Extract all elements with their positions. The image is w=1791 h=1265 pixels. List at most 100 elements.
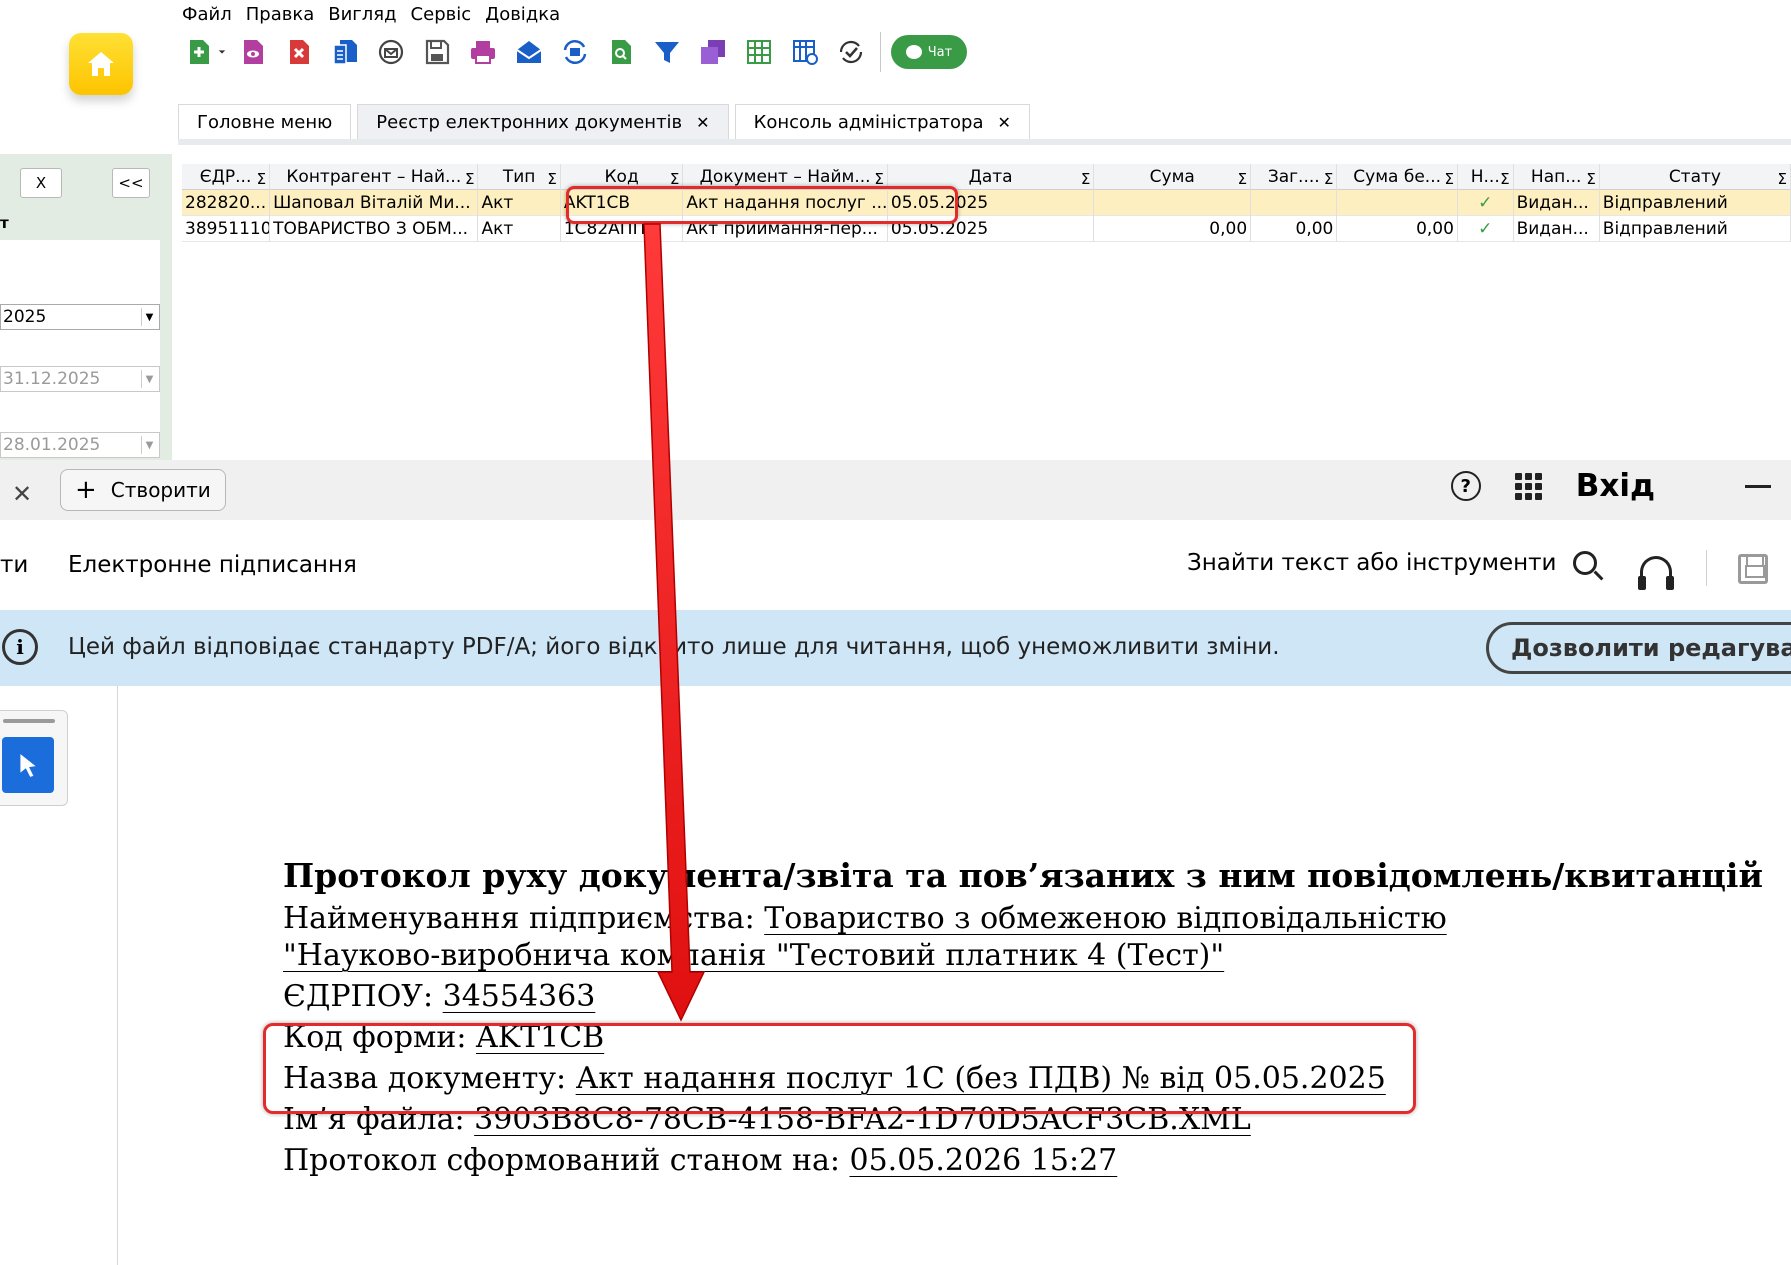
date-to-value: 31.12.2025 [3,369,101,389]
column-header[interactable]: Нап... Σ [1514,163,1600,190]
add-dropdown-button[interactable] [214,34,230,70]
tab-admin-console[interactable]: Консоль адміністратора ✕ [734,104,1030,140]
save-icon [425,39,450,65]
plus-icon: + [75,475,97,505]
menu-service[interactable]: Сервіс [411,4,472,25]
close-tab-icon[interactable]: ✕ [696,113,709,132]
sum-icon[interactable]: Σ [1500,166,1509,190]
view-document-icon [244,40,263,64]
cell-status: Відправлений [1600,215,1791,242]
column-header[interactable]: Тип Σ [478,163,561,190]
search-label: Знайти текст або інструменти [1187,550,1557,576]
column-header[interactable]: Контрагент – Най... Σ [270,163,479,190]
year-select[interactable]: 2025 ▼ [0,304,160,330]
stack-button[interactable] [690,34,736,70]
sum-icon[interactable]: Σ [1238,166,1247,190]
toolbar: Чат [184,32,967,72]
send-mail-icon [378,39,404,65]
copy-document-button[interactable] [322,34,368,70]
sync-mail-button[interactable] [552,34,598,70]
tool-rail [0,686,118,1265]
column-header[interactable]: Сума Σ [1094,163,1252,190]
check-refresh-button[interactable] [828,34,874,70]
grid-body: 282820... Шаповал Віталій Ми... Акт AKT1CB А… [182,189,1791,242]
date-extra-value: 28.01.2025 [3,435,101,455]
sum-icon[interactable]: Σ [1586,166,1595,190]
save-icon[interactable] [1738,554,1768,584]
sum-icon[interactable]: Σ [1778,166,1787,190]
receive-mail-button[interactable] [506,34,552,70]
select-tool-button[interactable] [2,737,54,793]
collapse-panel-button[interactable]: << [112,168,150,198]
pdfa-info-text: Цей файл відповідає стандарту PDF/A; йог… [68,634,1280,660]
edrpou-line: ЄДРПОУ: 34554363 [283,979,1763,1014]
filter-button[interactable] [644,34,690,70]
viewer-titlebar-actions: ? Вхід [1450,468,1791,504]
menu-bar: Файл Правка Вигляд Сервіс Довідка [182,4,560,25]
menu-edit-partial[interactable]: ти [0,552,28,578]
table-row[interactable]: 282820... Шаповал Віталій Ми... Акт AKT1CB А… [182,189,1791,216]
calendar-table-button[interactable] [782,34,828,70]
menu-file[interactable]: Файл [182,4,232,25]
print-button[interactable] [460,34,506,70]
date-to-field[interactable]: 31.12.2025 ▼ [0,366,160,392]
tool-card [0,710,68,806]
apps-grid-icon[interactable] [1514,472,1542,500]
send-mail-button[interactable] [368,34,414,70]
tab-bar-underline [178,139,1791,145]
enable-editing-button[interactable]: Дозволити редагування [1486,622,1791,674]
highlight-code-cell [566,186,958,224]
pdf-document: Протокол руху документа/звіта та пов’яза… [283,856,1763,1178]
cell-total [1251,189,1338,216]
column-header[interactable]: Стату Σ [1600,163,1791,190]
home-button[interactable] [69,33,133,95]
sum-icon[interactable]: Σ [547,166,556,190]
sign-in-button[interactable]: Вхід [1576,468,1655,504]
cell-counterparty: Шаповал Віталій Ми... [270,189,479,216]
home-icon [88,52,114,76]
save-button[interactable] [414,34,460,70]
preview-document-icon [612,40,631,64]
column-header[interactable]: Заг.... Σ [1251,163,1338,190]
delete-document-button[interactable] [276,34,322,70]
chat-button[interactable]: Чат [891,35,967,69]
view-document-button[interactable] [230,34,276,70]
add-document-button[interactable] [184,34,214,70]
tab-main-menu[interactable]: Головне меню [178,104,352,140]
close-icon[interactable]: ✕ [12,480,32,508]
create-button[interactable]: + Створити [60,469,226,511]
filter-close-button[interactable]: X [20,168,62,198]
menu-help[interactable]: Довідка [485,4,560,25]
spreadsheet-button[interactable] [736,34,782,70]
sum-icon[interactable]: Σ [1444,166,1453,190]
cell-sum-no-vat [1337,189,1458,216]
chevron-down-icon: ▼ [141,436,157,454]
help-icon[interactable]: ? [1450,471,1481,501]
sum-icon[interactable]: Σ [465,166,474,190]
company-line-2: "Науково-виробнича компанія "Тестовий пл… [283,938,1763,973]
headset-icon[interactable] [1638,556,1674,590]
cell-total: 0,00 [1251,215,1338,242]
menu-e-signing[interactable]: Електронне підписання [68,552,357,578]
minimize-icon[interactable] [1745,484,1771,488]
drag-handle[interactable] [3,719,55,723]
close-tab-icon[interactable]: ✕ [998,113,1011,132]
sum-icon[interactable]: Σ [1081,166,1090,190]
sum-icon[interactable]: Σ [257,166,266,190]
table-row[interactable]: 38951110 ТОВАРИСТВО З ОБМ... Акт 1C82AПП Акт… [182,215,1791,242]
filter-section-label: т [0,214,9,232]
menu-edit[interactable]: Правка [246,4,315,25]
column-header[interactable]: ЄДР... Σ [182,163,271,190]
tab-document-registry[interactable]: Реєстр електронних документів ✕ [357,104,729,140]
find-tools-search[interactable]: Знайти текст або інструменти [1187,550,1597,576]
column-header[interactable]: Сума бе... Σ [1337,163,1458,190]
documents-grid: ЄДР... Σ Контрагент – Най... Σ Тип Σ Код Σ Докум… [182,163,1791,242]
stack-icon [701,40,725,64]
preview-document-button[interactable] [598,34,644,70]
sum-icon[interactable]: Σ [1324,166,1333,190]
column-header[interactable]: Н... Σ [1458,163,1514,190]
create-label: Створити [110,478,211,502]
date-extra-field[interactable]: 28.01.2025 ▼ [0,432,160,458]
menu-view[interactable]: Вигляд [328,4,396,25]
tab-label: Консоль адміністратора [753,112,984,133]
